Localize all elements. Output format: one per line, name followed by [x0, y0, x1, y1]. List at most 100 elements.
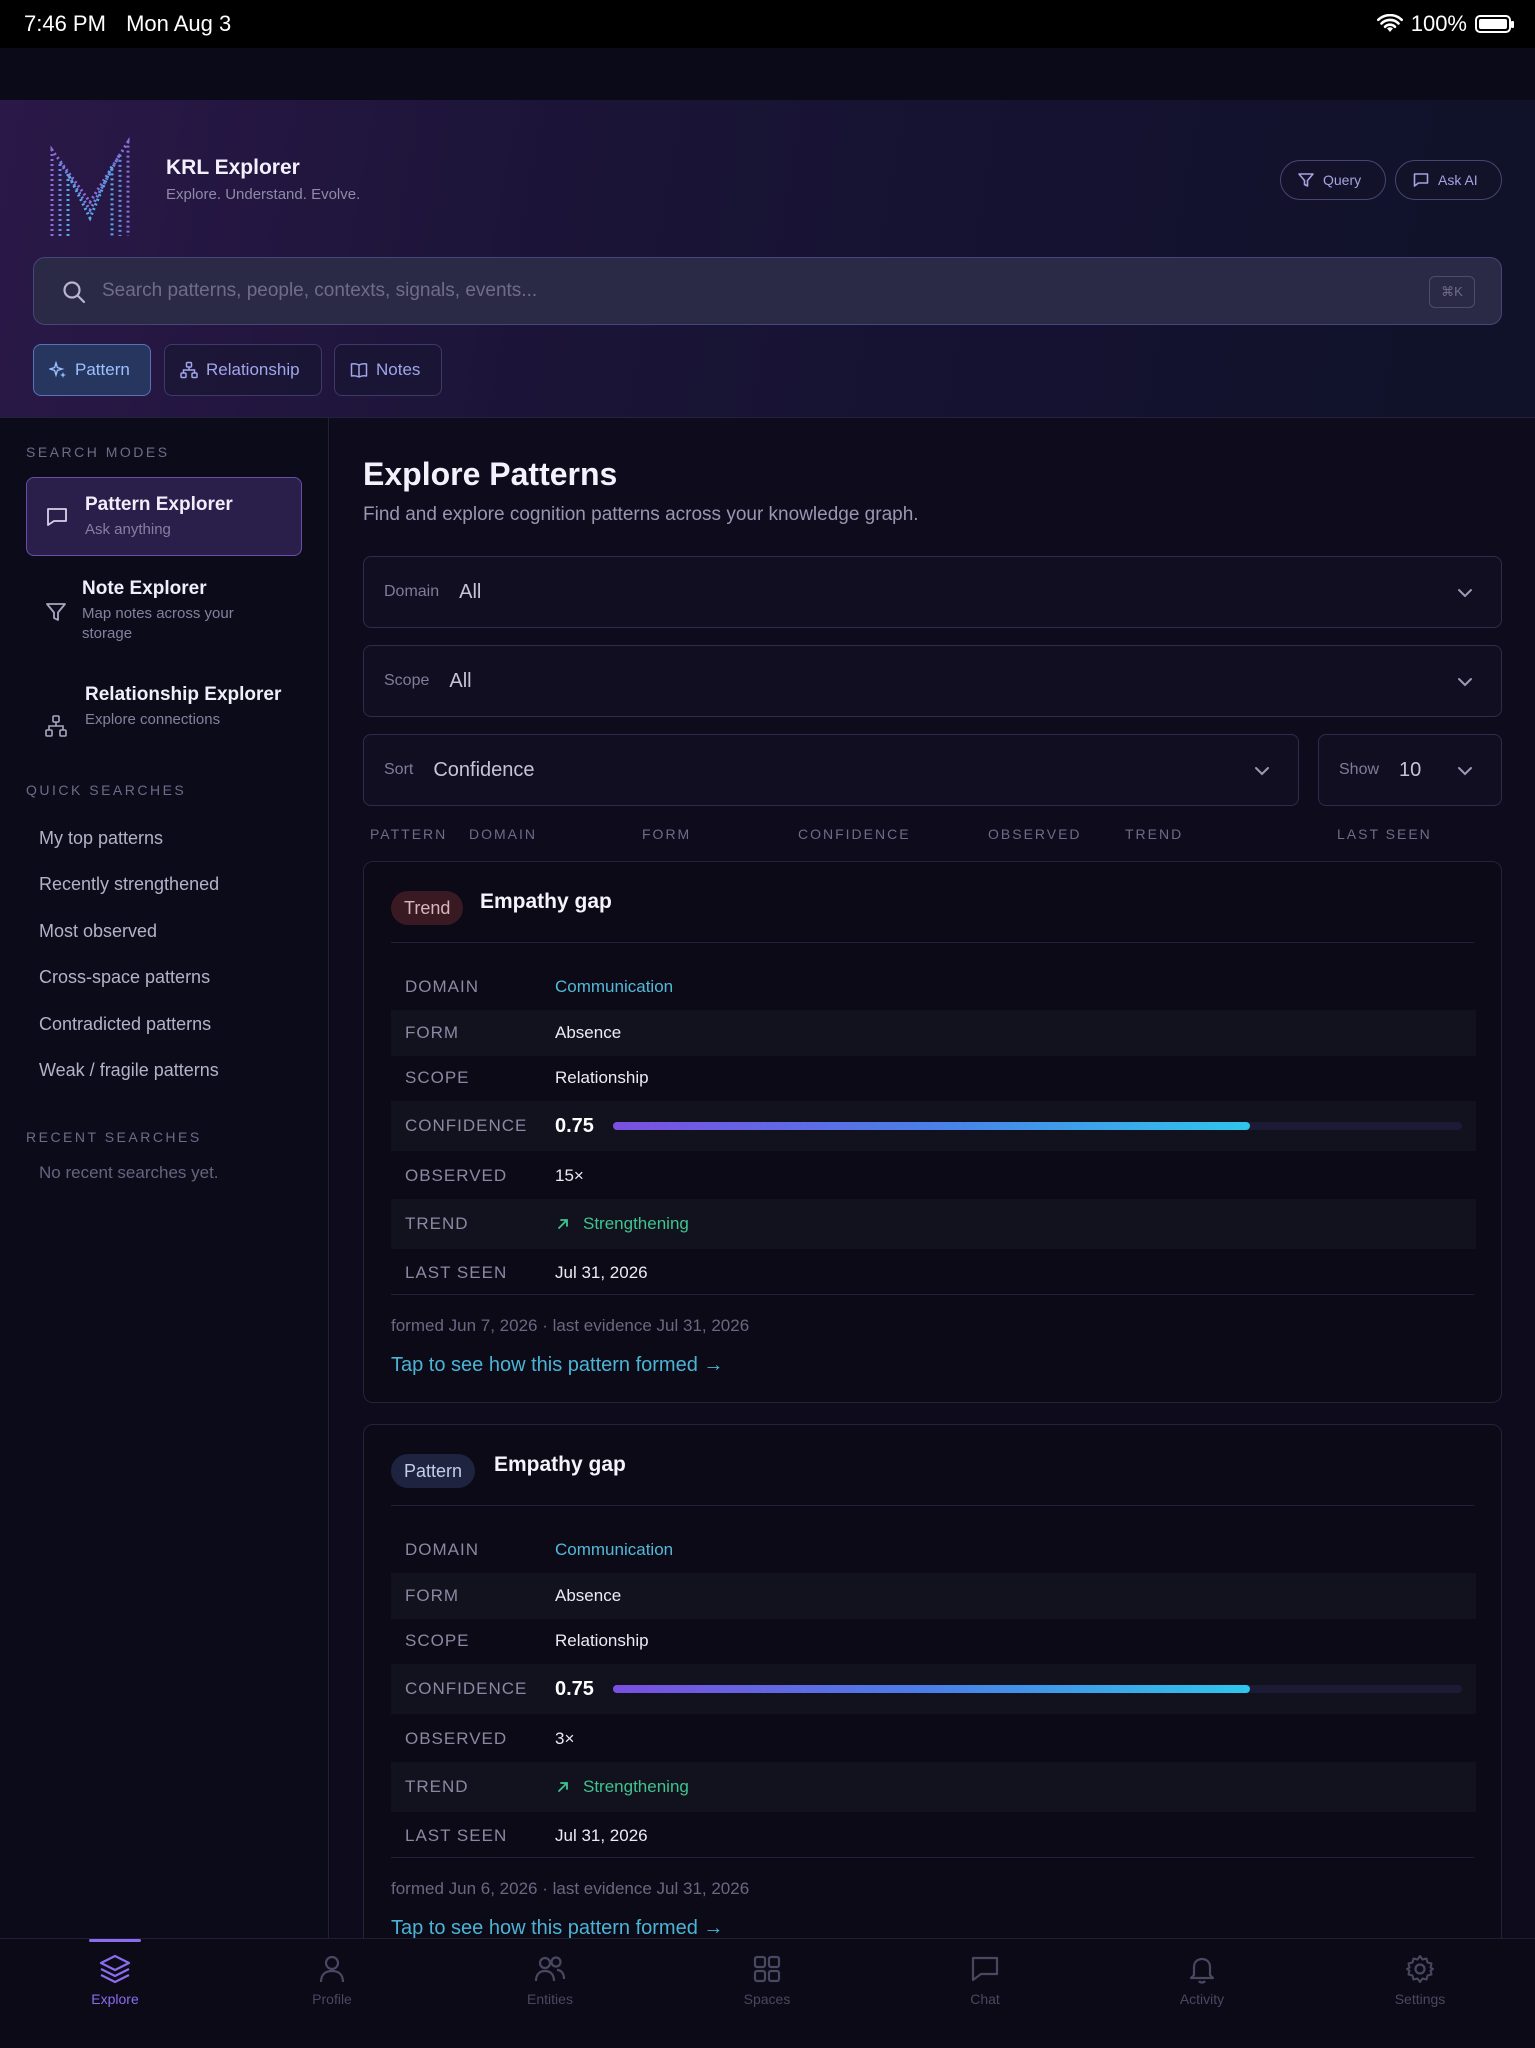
- field-row-form: FORM Absence: [391, 1010, 1476, 1056]
- quick-search-item[interactable]: Cross-space patterns: [39, 967, 210, 988]
- field-label: OBSERVED: [405, 1729, 508, 1748]
- field-row-confidence: CONFIDENCE 0.75: [391, 1101, 1476, 1151]
- tabbar-label: Activity: [1179, 1991, 1225, 2007]
- pattern-title: Empathy gap: [494, 1453, 626, 1476]
- main-content: Explore Patterns Find and explore cognit…: [330, 418, 1535, 1938]
- active-tab-indicator: [89, 1939, 141, 1942]
- field-label: DOMAIN: [405, 977, 479, 996]
- tab-pattern[interactable]: Pattern: [33, 344, 151, 396]
- mode-note-explorer[interactable]: Note Explorer Map notes across your stor…: [26, 578, 302, 668]
- field-label: TREND: [405, 1777, 469, 1796]
- trend-label: Strengthening: [583, 1214, 689, 1233]
- field-row-observed: OBSERVED 15×: [391, 1153, 1476, 1199]
- tabbar-label: Explore: [91, 1991, 139, 2007]
- show-count-select[interactable]: Show 10: [1318, 734, 1502, 806]
- tabbar-spaces[interactable]: Spaces: [702, 1953, 832, 2007]
- tab-notes[interactable]: Notes: [334, 344, 442, 396]
- column-header-trend[interactable]: TREND: [1125, 826, 1183, 842]
- field-value: Relationship: [555, 1068, 649, 1087]
- domain-link[interactable]: Communication: [555, 977, 673, 997]
- field-row-last-seen: LAST SEEN Jul 31, 2026: [391, 1813, 1476, 1859]
- tabbar-chat[interactable]: Chat: [920, 1953, 1050, 2007]
- recent-searches-heading: RECENT SEARCHES: [26, 1129, 202, 1145]
- field-value: Jul 31, 2026: [555, 1263, 648, 1282]
- field-label: SCOPE: [405, 1068, 470, 1087]
- column-header-confidence[interactable]: CONFIDENCE: [798, 826, 911, 842]
- field-row-last-seen: LAST SEEN Jul 31, 2026: [391, 1250, 1476, 1296]
- chat-icon: [1413, 173, 1429, 187]
- field-value: Absence: [555, 1586, 622, 1605]
- sidebar: SEARCH MODES Pattern Explorer Ask anythi…: [0, 418, 329, 1938]
- field-row-trend: TREND Strengthening: [391, 1762, 1476, 1812]
- column-header-domain[interactable]: DOMAIN: [469, 826, 537, 842]
- field-label: LAST SEEN: [405, 1263, 508, 1282]
- mode-title: Note Explorer: [82, 578, 207, 599]
- search-icon: [63, 281, 86, 304]
- ask-ai-button[interactable]: Ask AI: [1395, 160, 1502, 200]
- status-date: Mon Aug 3: [126, 11, 232, 36]
- field-row-confidence: CONFIDENCE 0.75: [391, 1664, 1476, 1714]
- domain-link[interactable]: Communication: [555, 1540, 673, 1560]
- field-row-domain: DOMAIN Communication: [391, 1527, 1476, 1573]
- tabbar-label: Entities: [527, 1991, 573, 2007]
- shortcut-hint: ⌘K: [1429, 276, 1475, 308]
- quick-search-item[interactable]: Most observed: [39, 921, 157, 942]
- scope-select[interactable]: Scope All: [363, 645, 1502, 717]
- formation-meta: formed Jun 7, 2026 · last evidence Jul 3…: [391, 1316, 750, 1335]
- sort-select[interactable]: Sort Confidence: [363, 734, 1299, 806]
- column-header-last-seen[interactable]: LAST SEEN: [1337, 826, 1432, 842]
- mode-relationship-explorer[interactable]: Relationship Explorer Explore connection…: [26, 684, 302, 754]
- search-bar[interactable]: Search patterns, people, contexts, signa…: [33, 257, 1502, 325]
- column-header-form[interactable]: FORM: [642, 826, 691, 842]
- search-input[interactable]: Search patterns, people, contexts, signa…: [102, 280, 537, 302]
- column-header-observed[interactable]: OBSERVED: [988, 826, 1082, 842]
- trend-label: Strengthening: [583, 1777, 689, 1796]
- quick-search-item[interactable]: My top patterns: [39, 828, 163, 849]
- scope-select-label: Scope: [384, 672, 430, 689]
- chat-icon: [971, 1956, 999, 1982]
- domain-select[interactable]: Domain All: [363, 556, 1502, 628]
- quick-search-item[interactable]: Weak / fragile patterns: [39, 1060, 219, 1081]
- tab-relationship[interactable]: Relationship: [164, 344, 322, 396]
- sort-select-label: Sort: [384, 761, 414, 778]
- field-value: 15×: [555, 1166, 584, 1185]
- chevron-down-icon: [1458, 767, 1472, 776]
- field-label: SCOPE: [405, 1631, 470, 1650]
- tabbar-entities[interactable]: Entities: [485, 1953, 615, 2007]
- query-button[interactable]: Query: [1280, 160, 1386, 200]
- query-button-label: Query: [1323, 172, 1362, 188]
- tabbar-activity[interactable]: Activity: [1137, 1953, 1267, 2007]
- tab-relationship-label: Relationship: [206, 360, 300, 379]
- status-bar: 7:46 PM Mon Aug 3 100%: [0, 0, 1535, 48]
- show-select-value: 10: [1399, 758, 1422, 781]
- column-header-pattern[interactable]: PATTERN: [370, 826, 447, 842]
- field-label: FORM: [405, 1023, 460, 1042]
- mode-pattern-explorer[interactable]: Pattern Explorer Ask anything: [26, 477, 302, 556]
- quick-search-item[interactable]: Contradicted patterns: [39, 1014, 211, 1035]
- tabbar-explore[interactable]: Explore: [50, 1953, 180, 2007]
- page-subtitle: Find and explore cognition patterns acro…: [363, 504, 919, 525]
- pattern-formation-link[interactable]: Tap to see how this pattern formed →: [391, 1917, 723, 1938]
- mode-title: Relationship Explorer: [85, 684, 282, 705]
- quick-search-item[interactable]: Recently strengthened: [39, 874, 219, 895]
- field-label: CONFIDENCE: [405, 1679, 528, 1698]
- pattern-card[interactable]: Pattern Empathy gap DOMAIN Communication…: [363, 1424, 1502, 1938]
- field-value: Relationship: [555, 1631, 649, 1650]
- scope-select-value: All: [449, 669, 472, 692]
- arrow-up-right-icon: [558, 1219, 568, 1229]
- divider: [391, 1505, 1474, 1506]
- top-spacer: [0, 48, 1535, 100]
- confidence-bar-fill: [613, 1685, 1250, 1693]
- tabbar-label: Profile: [312, 1991, 352, 2007]
- network-icon: [180, 361, 198, 379]
- pattern-card[interactable]: Trend Empathy gap DOMAIN Communication F…: [363, 861, 1502, 1403]
- tabbar-settings[interactable]: Settings: [1355, 1953, 1485, 2007]
- tabbar-profile[interactable]: Profile: [267, 1953, 397, 2007]
- status-time: 7:46 PM: [24, 11, 106, 36]
- grid-icon: [753, 1955, 781, 1983]
- domain-select-label: Domain: [384, 583, 440, 600]
- chevron-down-icon: [1458, 678, 1472, 687]
- pattern-formation-link[interactable]: Tap to see how this pattern formed →: [391, 1354, 723, 1377]
- book-icon: [350, 362, 368, 378]
- sparkles-icon: [49, 361, 66, 378]
